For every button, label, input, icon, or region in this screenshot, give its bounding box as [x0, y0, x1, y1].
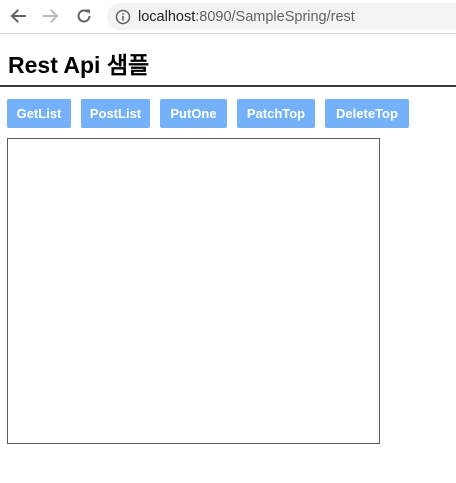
title-divider: [0, 85, 456, 87]
url-path: :8090/SampleSpring/rest: [195, 8, 355, 25]
info-icon[interactable]: [115, 9, 131, 25]
url-text: localhost:8090/SampleSpring/rest: [138, 9, 355, 25]
url-host: localhost: [138, 8, 196, 25]
delete-top-button[interactable]: DeleteTop: [325, 99, 409, 128]
reload-icon: [77, 9, 91, 23]
result-box[interactable]: [7, 138, 380, 444]
page-title: Rest Api 샘플: [8, 52, 150, 78]
address-bar[interactable]: localhost:8090/SampleSpring/rest: [107, 3, 456, 30]
arrow-right-icon: [43, 9, 59, 23]
arrow-left-icon: [10, 9, 26, 23]
forward-button[interactable]: [39, 4, 63, 28]
reload-button[interactable]: [72, 4, 96, 28]
put-one-button[interactable]: PutOne: [160, 99, 227, 128]
browser-toolbar: localhost:8090/SampleSpring/rest: [0, 0, 456, 34]
post-list-button[interactable]: PostList: [81, 99, 150, 128]
get-list-button[interactable]: GetList: [7, 99, 71, 128]
patch-top-button[interactable]: PatchTop: [237, 99, 315, 128]
back-button[interactable]: [6, 4, 30, 28]
